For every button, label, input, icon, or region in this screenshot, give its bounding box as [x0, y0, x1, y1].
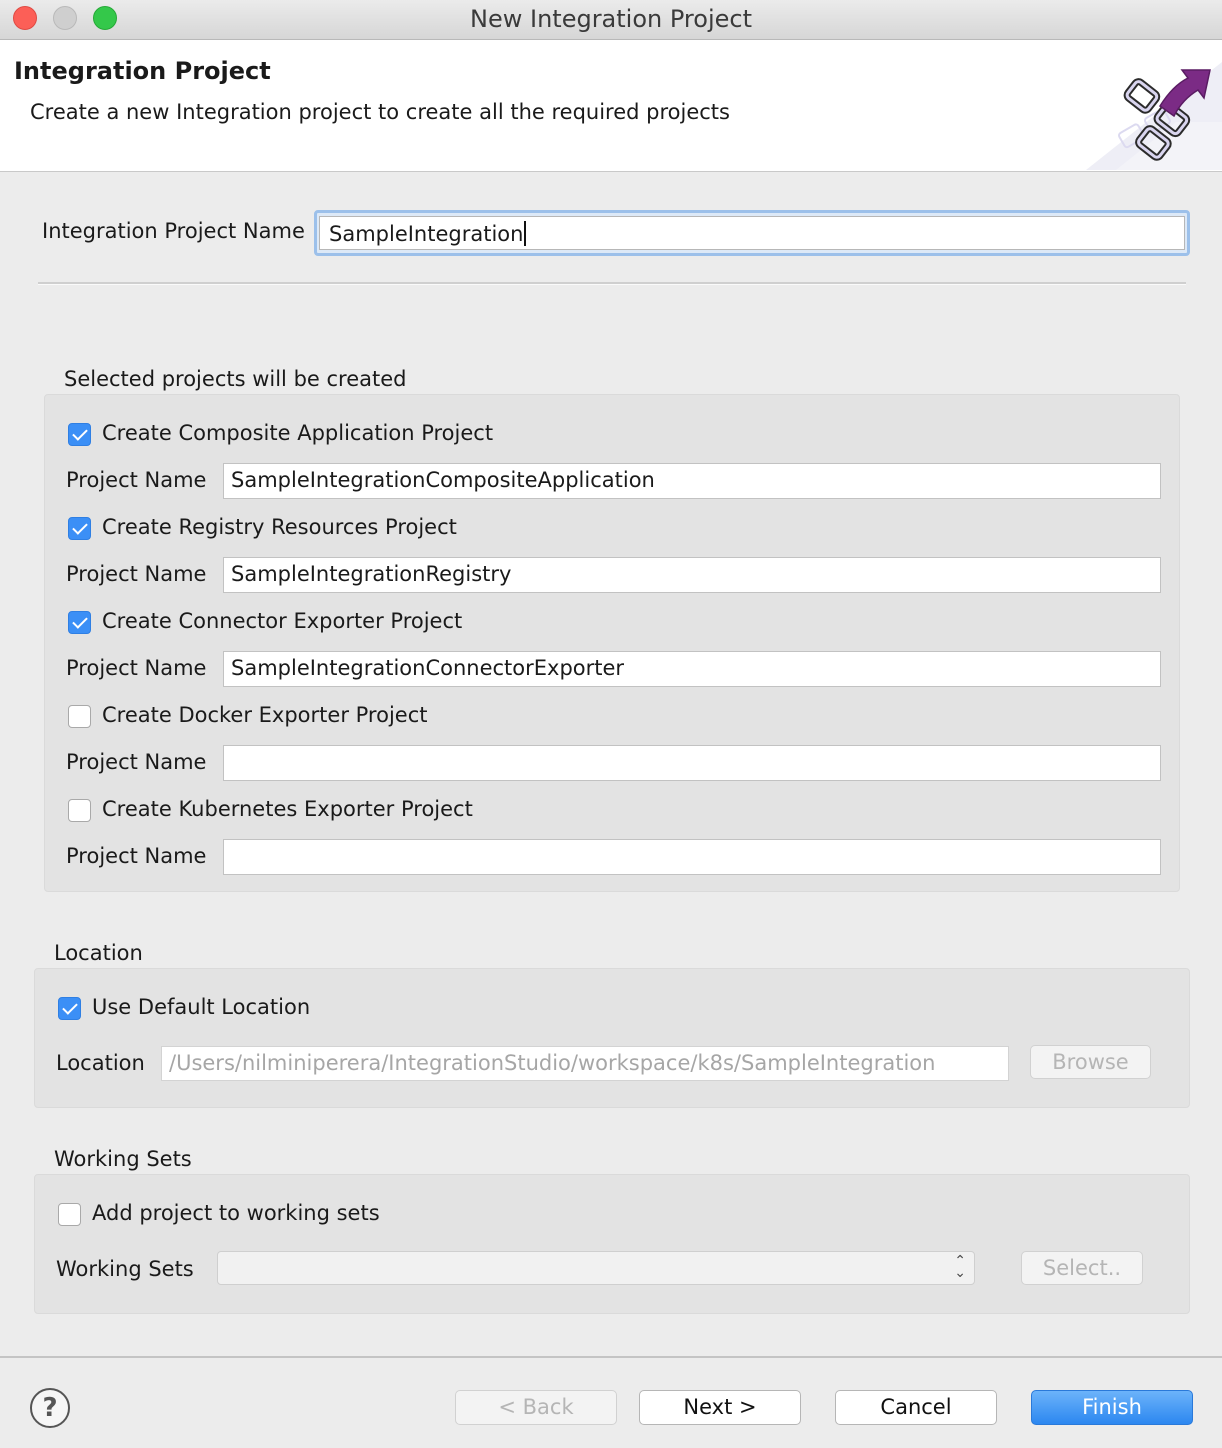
question-mark-icon[interactable]: ? [30, 1388, 70, 1428]
wizard-banner-icon [1086, 62, 1222, 170]
docker-project-name-input[interactable] [223, 745, 1161, 781]
connector-project-name-input[interactable]: SampleIntegrationConnectorExporter [223, 651, 1161, 687]
composite-application-checkbox[interactable] [68, 423, 91, 446]
header-separator [38, 282, 1186, 285]
registry-resources-checkbox[interactable] [68, 517, 91, 540]
window-title: New Integration Project [470, 5, 752, 33]
footer-separator [0, 1356, 1222, 1358]
next-button[interactable]: Next > [639, 1390, 801, 1425]
working-sets-label: Working Sets [56, 1257, 194, 1281]
registry-project-name-input[interactable]: SampleIntegrationRegistry [223, 557, 1161, 593]
integration-project-name-value: SampleIntegration [329, 222, 524, 246]
browse-button[interactable]: Browse [1030, 1045, 1151, 1079]
working-sets-select[interactable]: ⌃ ⌄ [217, 1251, 975, 1285]
location-group-title: Location [54, 941, 143, 965]
location-input[interactable]: /Users/nilminiperera/IntegrationStudio/w… [161, 1046, 1009, 1081]
connector-exporter-checkbox[interactable] [68, 611, 91, 634]
integration-project-name-label: Integration Project Name [42, 219, 305, 243]
location-label: Location [56, 1051, 145, 1075]
back-button[interactable]: < Back [455, 1390, 617, 1425]
registry-resources-checkbox-label[interactable]: Create Registry Resources Project [102, 515, 457, 539]
add-to-working-sets-label[interactable]: Add project to working sets [92, 1201, 380, 1225]
add-to-working-sets-checkbox[interactable] [58, 1203, 81, 1226]
projects-group-title: Selected projects will be created [64, 367, 407, 391]
kubernetes-exporter-checkbox[interactable] [68, 799, 91, 822]
composite-project-name-label: Project Name [66, 468, 207, 492]
kubernetes-project-name-input[interactable] [223, 839, 1161, 875]
composite-project-name-input[interactable]: SampleIntegrationCompositeApplication [223, 463, 1161, 499]
registry-project-name-label: Project Name [66, 562, 207, 586]
page-title: Integration Project [14, 57, 271, 85]
up-down-chevron-icon: ⌃ ⌄ [954, 1253, 966, 1281]
use-default-location-checkbox[interactable] [58, 997, 81, 1020]
select-working-sets-button[interactable]: Select.. [1021, 1251, 1143, 1285]
kubernetes-project-name-label: Project Name [66, 844, 207, 868]
docker-exporter-checkbox[interactable] [68, 705, 91, 728]
docker-exporter-checkbox-label[interactable]: Create Docker Exporter Project [102, 703, 427, 727]
working-sets-group-title: Working Sets [54, 1147, 192, 1171]
page-description: Create a new Integration project to crea… [30, 100, 730, 124]
use-default-location-label[interactable]: Use Default Location [92, 995, 310, 1019]
location-group [34, 968, 1190, 1108]
integration-project-name-input[interactable]: SampleIntegration [319, 216, 1185, 250]
kubernetes-exporter-checkbox-label[interactable]: Create Kubernetes Exporter Project [102, 797, 473, 821]
working-sets-group [34, 1174, 1190, 1314]
docker-project-name-label: Project Name [66, 750, 207, 774]
cancel-button[interactable]: Cancel [835, 1390, 997, 1425]
text-cursor [524, 221, 526, 246]
connector-exporter-checkbox-label[interactable]: Create Connector Exporter Project [102, 609, 462, 633]
finish-button[interactable]: Finish [1031, 1390, 1193, 1425]
connector-project-name-label: Project Name [66, 656, 207, 680]
integration-project-name-focus-ring: SampleIntegration [314, 210, 1190, 256]
composite-application-checkbox-label[interactable]: Create Composite Application Project [102, 421, 493, 445]
